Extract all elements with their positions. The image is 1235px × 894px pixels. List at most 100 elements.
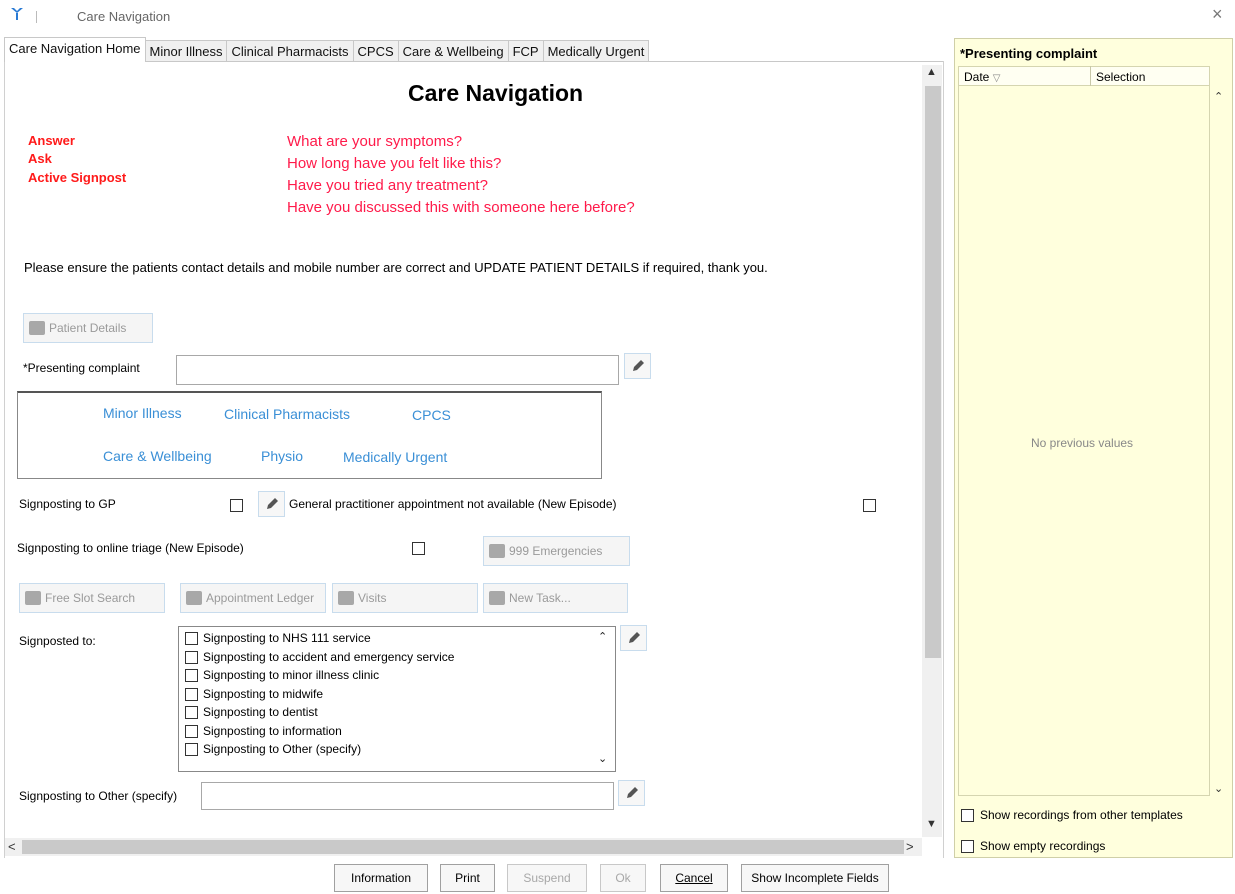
question-discussed: Have you discussed this with someone her… xyxy=(287,199,635,216)
signposted-list[interactable]: Signposting to NHS 111 service Signposti… xyxy=(178,626,616,772)
checkbox[interactable] xyxy=(185,705,198,719)
visits-icon xyxy=(338,591,354,605)
horizontal-scroll-thumb[interactable] xyxy=(22,840,904,854)
list-item-label: Signposting to minor illness clinic xyxy=(203,668,380,682)
list-scroll-down-icon[interactable]: ⌄ xyxy=(598,752,607,765)
prompt-active-signpost: Active Signpost xyxy=(28,170,127,185)
list-item-label: Signposting to accident and emergency se… xyxy=(203,650,455,664)
other-specify-input[interactable] xyxy=(201,782,614,810)
patient-details-label: Patient Details xyxy=(49,321,127,335)
question-symptoms: What are your symptoms? xyxy=(287,133,463,150)
list-item[interactable]: Signposting to Other (specify) xyxy=(185,742,361,756)
new-task-label: New Task... xyxy=(509,591,571,605)
checkbox[interactable] xyxy=(185,724,198,738)
checkbox[interactable] xyxy=(185,668,198,682)
tab-medically-urgent[interactable]: Medically Urgent xyxy=(542,40,650,62)
list-item-label: Signposting to dentist xyxy=(203,705,318,719)
show-incomplete-fields-button[interactable]: Show Incomplete Fields xyxy=(741,864,889,892)
show-empty-checkbox[interactable] xyxy=(961,839,974,853)
visits-button[interactable]: Visits xyxy=(332,583,478,613)
checkbox[interactable] xyxy=(185,687,198,701)
visits-label: Visits xyxy=(358,591,387,605)
tab-bar: Care Navigation Home Minor Illness Clini… xyxy=(4,37,650,62)
scroll-up-icon[interactable]: ▲ xyxy=(926,66,937,78)
show-other-templates-label: Show recordings from other templates xyxy=(980,808,1183,822)
link-cpcs[interactable]: CPCS xyxy=(412,407,451,423)
other-specify-edit-button[interactable] xyxy=(618,780,645,806)
question-duration: How long have you felt like this? xyxy=(287,155,502,172)
tab-cpcs[interactable]: CPCS xyxy=(352,40,399,62)
list-scroll-up-icon[interactable]: ⌃ xyxy=(598,630,607,643)
list-item[interactable]: Signposting to dentist xyxy=(185,705,318,719)
scroll-left-icon[interactable]: < xyxy=(8,839,16,854)
question-treatment: Have you tried any treatment? xyxy=(287,177,488,194)
emergencies-button[interactable]: 999 Emergencies xyxy=(483,536,630,566)
suspend-button[interactable]: Suspend xyxy=(507,864,587,892)
list-item[interactable]: Signposting to NHS 111 service xyxy=(185,631,371,645)
signposting-gp-label: Signposting to GP xyxy=(19,497,116,511)
column-separator[interactable] xyxy=(1090,66,1091,86)
show-other-templates-checkbox[interactable] xyxy=(961,808,974,822)
show-other-templates-option[interactable]: Show recordings from other templates xyxy=(961,808,1183,822)
list-item-label: Signposting to information xyxy=(203,724,342,738)
pencil-icon xyxy=(628,632,640,643)
show-empty-label: Show empty recordings xyxy=(980,839,1106,853)
link-clinical-pharmacists[interactable]: Clinical Pharmacists xyxy=(224,406,350,422)
contact-notice: Please ensure the patients contact detai… xyxy=(24,260,768,275)
list-item[interactable]: Signposting to midwife xyxy=(185,687,323,701)
column-header-selection[interactable]: Selection xyxy=(1096,70,1145,84)
signposting-gp-checkbox[interactable] xyxy=(230,499,243,512)
history-scroll-down-icon[interactable]: ⌄ xyxy=(1214,782,1223,795)
show-empty-option[interactable]: Show empty recordings xyxy=(961,839,1105,853)
tab-minor-illness[interactable]: Minor Illness xyxy=(144,40,228,62)
online-triage-checkbox[interactable] xyxy=(412,542,425,555)
page-title: Care Navigation xyxy=(408,80,584,106)
prompt-ask: Ask xyxy=(28,151,52,166)
checkbox[interactable] xyxy=(185,650,198,664)
free-slot-search-button[interactable]: Free Slot Search xyxy=(19,583,165,613)
list-item[interactable]: Signposting to information xyxy=(185,724,342,738)
presenting-complaint-edit-button[interactable] xyxy=(624,353,651,379)
patient-details-button[interactable]: Patient Details xyxy=(23,313,153,343)
tab-care-wellbeing[interactable]: Care & Wellbeing xyxy=(397,40,509,62)
calendar-icon xyxy=(25,591,41,605)
ambulance-icon xyxy=(489,544,505,558)
new-task-button[interactable]: New Task... xyxy=(483,583,628,613)
house-icon xyxy=(29,321,45,335)
filter-icon[interactable]: ▽ xyxy=(993,73,1001,84)
column-header-date[interactable]: Date ▽ xyxy=(964,70,1000,84)
information-button[interactable]: Information xyxy=(334,864,428,892)
link-physio[interactable]: Physio xyxy=(261,448,303,464)
close-icon[interactable]: × xyxy=(1212,5,1223,23)
list-item-label: Signposting to midwife xyxy=(203,687,324,701)
ledger-icon xyxy=(186,591,202,605)
vertical-scroll-thumb[interactable] xyxy=(925,86,941,658)
window-title: Care Navigation xyxy=(77,9,171,24)
no-previous-values-text: No previous values xyxy=(1031,436,1134,450)
tab-fcp[interactable]: FCP xyxy=(507,40,544,62)
link-medically-urgent[interactable]: Medically Urgent xyxy=(343,449,447,465)
signposted-edit-button[interactable] xyxy=(620,625,647,651)
scroll-down-icon[interactable]: ▼ xyxy=(926,818,937,830)
checkbox[interactable] xyxy=(185,631,198,645)
link-minor-illness[interactable]: Minor Illness xyxy=(103,405,182,421)
tab-clinical-pharmacists[interactable]: Clinical Pharmacists xyxy=(226,40,354,62)
print-button[interactable]: Print xyxy=(440,864,495,892)
tab-care-navigation-home[interactable]: Care Navigation Home xyxy=(4,37,146,62)
column-header-date-label: Date xyxy=(964,70,990,84)
signposting-gp-edit-button[interactable] xyxy=(258,491,285,517)
prompt-answer: Answer xyxy=(28,133,75,148)
presenting-complaint-input[interactable] xyxy=(176,355,619,385)
history-scroll-up-icon[interactable]: ⌃ xyxy=(1214,90,1223,103)
free-slot-search-label: Free Slot Search xyxy=(45,591,136,605)
list-item[interactable]: Signposting to minor illness clinic xyxy=(185,668,379,682)
gp-not-available-checkbox[interactable] xyxy=(863,499,876,512)
ok-button[interactable]: Ok xyxy=(600,864,646,892)
pencil-icon xyxy=(632,360,644,371)
scroll-right-icon[interactable]: > xyxy=(906,839,914,854)
checkbox[interactable] xyxy=(185,742,198,756)
link-care-wellbeing[interactable]: Care & Wellbeing xyxy=(103,448,212,464)
list-item[interactable]: Signposting to accident and emergency se… xyxy=(185,650,454,664)
cancel-button[interactable]: Cancel xyxy=(660,864,728,892)
appointment-ledger-button[interactable]: Appointment Ledger xyxy=(180,583,326,613)
